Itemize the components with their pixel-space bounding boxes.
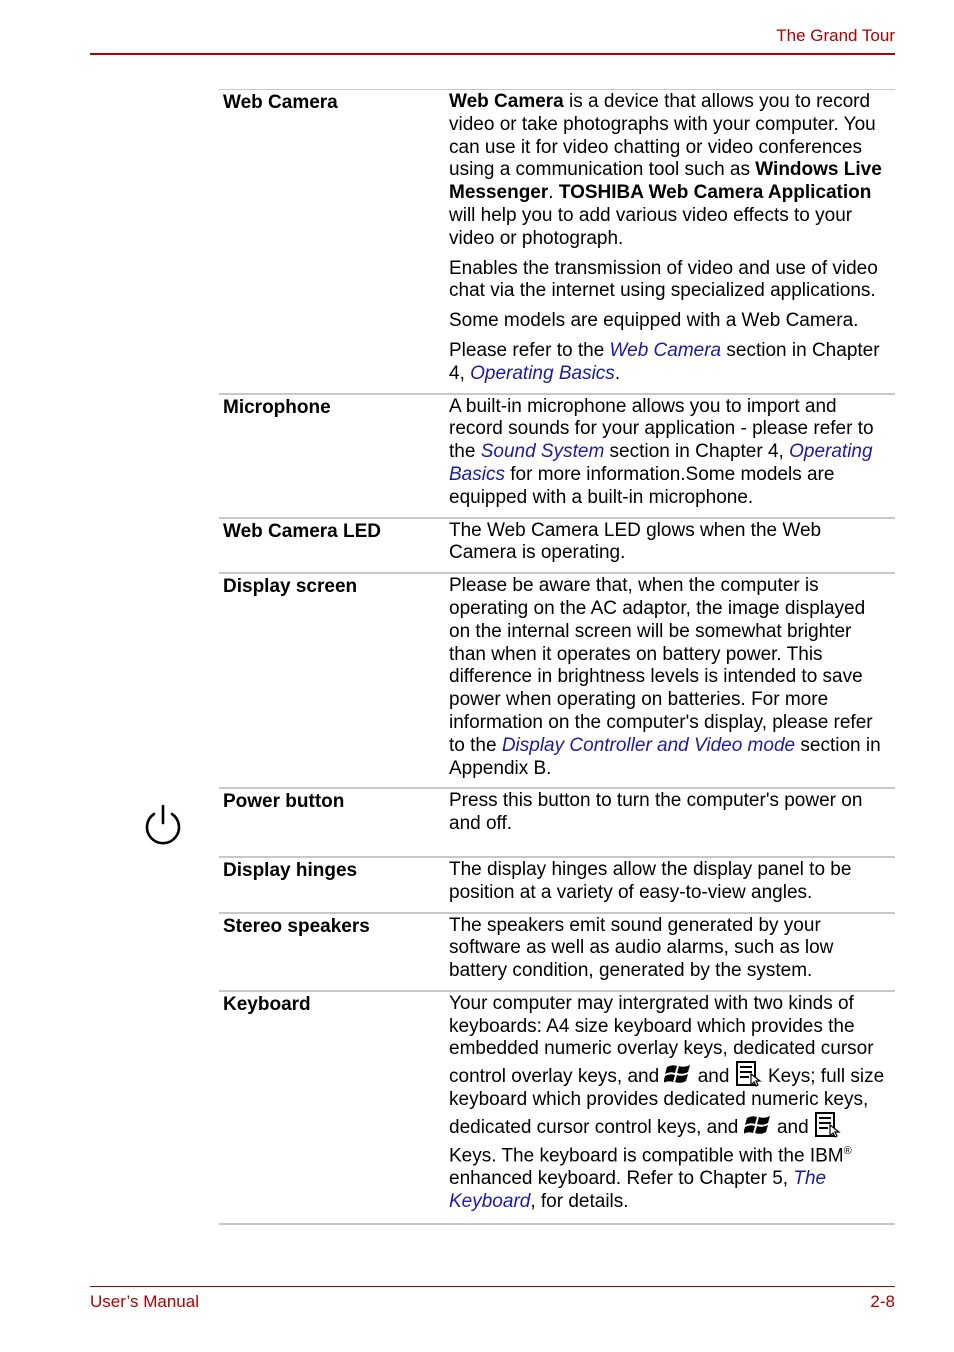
table-row-display-hinges: Display hinges The display hinges allow … [219,858,895,914]
application-key-icon [735,1061,762,1088]
text: . [548,182,559,204]
term-label: Keyboard [223,993,311,1015]
table-row-web-camera: Web Camera Web Camera is a device that a… [219,90,895,395]
paragraph: Press this button to turn the computer's… [449,790,863,835]
term-label: Stereo speakers [223,915,370,937]
footer-rule [90,1286,895,1287]
text: for more information.Some models are equ… [449,463,835,508]
paragraph: The speakers emit sound generated by you… [449,914,834,982]
application-key-icon [814,1111,841,1138]
description: A built-in microphone allows you to impo… [449,396,895,510]
description: Please be aware that, when the computer … [449,575,895,780]
link-display-controller[interactable]: Display Controller and Video mode [502,735,795,756]
registered-mark: ® [843,1144,852,1157]
link-web-camera[interactable]: Web Camera [610,340,722,361]
header-rule [90,53,895,55]
text: Please refer to the [449,339,610,361]
term-label: Web Camera LED [223,520,382,542]
footer-manual-title: User’s Manual [90,1292,199,1311]
description: The display hinges allow the display pan… [449,859,895,905]
term-label: Display screen [223,576,358,598]
table-row-microphone: Microphone A built-in microphone allows … [219,395,895,519]
table-row-stereo-speakers: Stereo speakers The speakers emit sound … [219,914,895,992]
description: The Web Camera LED glows when the Web Ca… [449,520,895,566]
text: section in Chapter 4, [604,441,790,463]
text: and [771,1116,814,1138]
page-number: 2-8 [870,1292,895,1311]
windows-key-icon [743,1115,770,1134]
term-label: Web Camera [223,92,338,113]
description: Press this button to turn the computer's… [449,790,895,836]
text: . [614,362,621,384]
paragraph: The Web Camera LED glows when the Web Ca… [449,519,822,564]
text: and [692,1066,735,1088]
text: enhanced keyboard. Refer to Chapter 5, [449,1167,794,1189]
feature-table: Web Camera Web Camera is a device that a… [145,89,895,1226]
paragraph: Some models are equipped with a Web Came… [449,310,859,332]
link-operating-basics[interactable]: Operating Basics [470,363,615,384]
text: Please be aware that, when the computer … [449,575,873,756]
table-row-web-camera-led: Web Camera LED The Web Camera LED glows … [219,519,895,575]
text: Keys. The keyboard is compatible with th… [449,1145,844,1166]
term-label: Power button [223,791,345,813]
table-row-power-button: Power button Press this button to turn t… [145,789,895,858]
description: Your computer may intergrated with two k… [449,993,895,1214]
description: Web Camera is a device that allows you t… [449,91,895,386]
page-header-title: The Grand Tour [776,26,895,45]
paragraph: The display hinges allow the display pan… [449,858,852,903]
link-sound-system[interactable]: Sound System [481,441,605,462]
text: , for details. [530,1190,629,1212]
description: The speakers emit sound generated by you… [449,915,895,983]
text: will help you to add various video effec… [449,204,853,249]
bold-text: Web Camera [449,91,564,112]
windows-key-icon [664,1065,691,1084]
term-label: Microphone [223,396,331,418]
power-icon [145,805,181,845]
term-label: Display hinges [223,859,358,881]
table-row-keyboard: Keyboard Your computer may intergrated w… [219,992,895,1226]
table-row-display-screen: Display screen Please be aware that, whe… [219,574,895,790]
paragraph: Enables the transmission of video and us… [449,257,878,302]
bold-text: TOSHIBA Web Camera Application [558,182,872,204]
